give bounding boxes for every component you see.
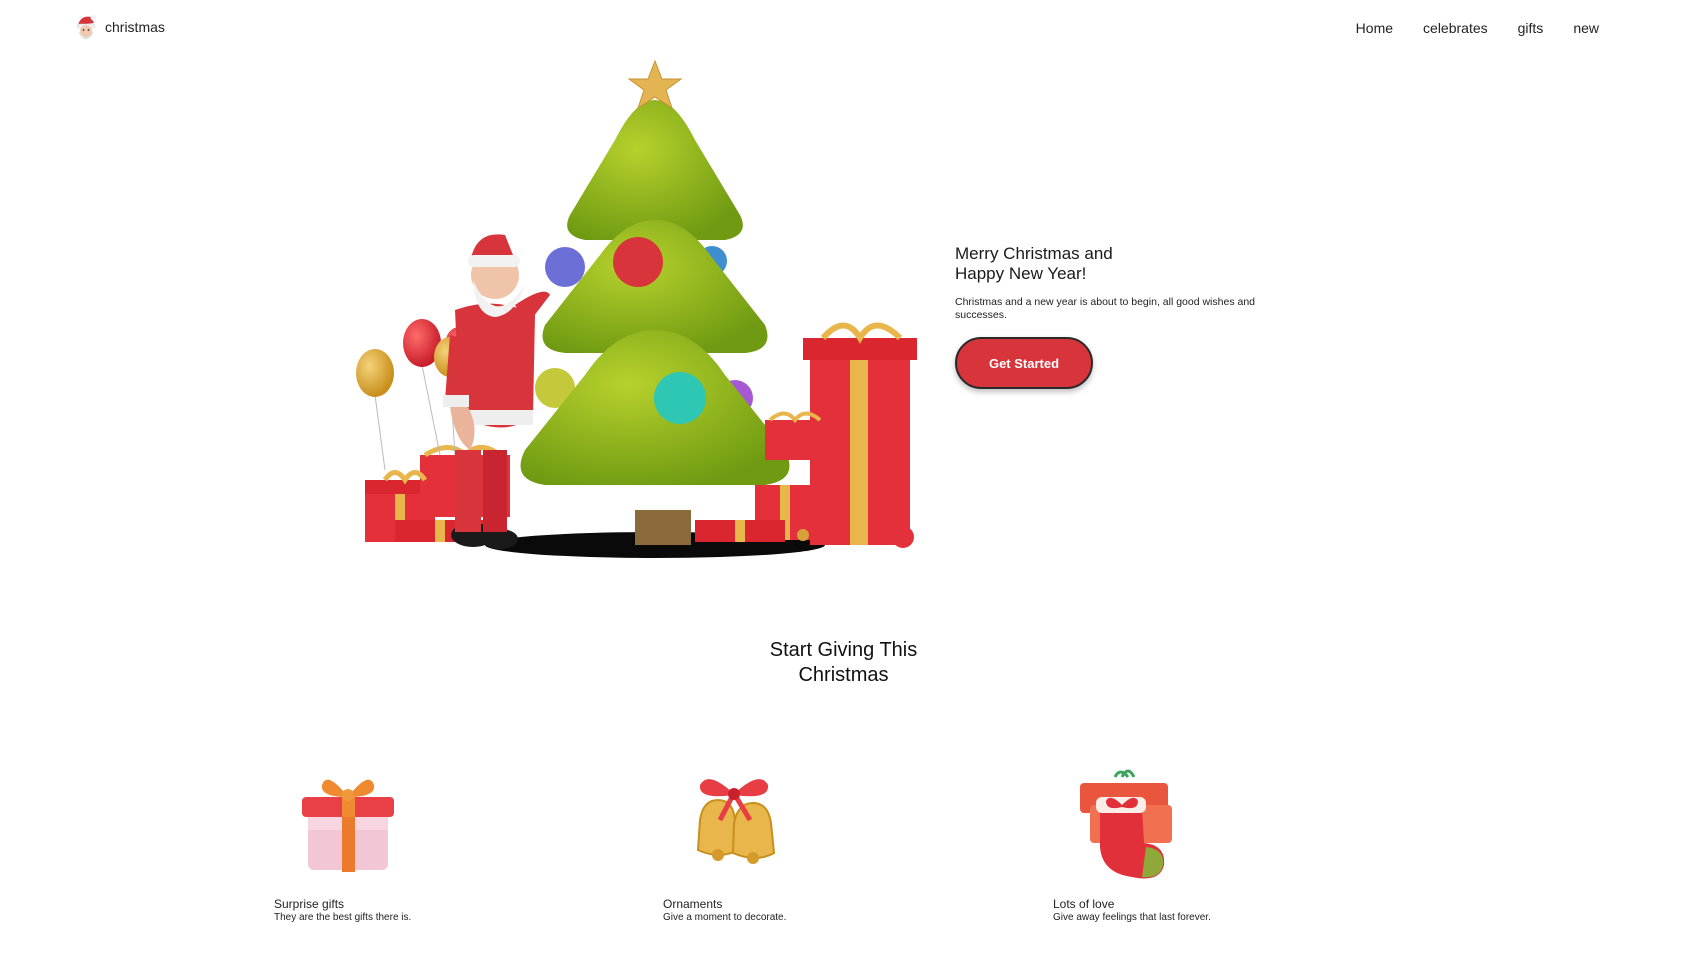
feature-description: Give a moment to decorate.	[663, 912, 787, 923]
feature-ornaments: Ornaments Give a moment to decorate.	[663, 765, 923, 923]
nav-item-new[interactable]: new	[1573, 20, 1599, 36]
santa-christmas-tree-illustration	[356, 59, 917, 558]
feature-title: Ornaments	[663, 897, 723, 911]
hero-title-line2: Happy New Year!	[955, 264, 1087, 283]
feature-surprise-gifts: Surprise gifts They are the best gifts t…	[274, 765, 534, 923]
hero-title-line1: Merry Christmas and	[955, 244, 1113, 263]
feature-title: Surprise gifts	[274, 897, 345, 911]
hero-title: Merry Christmas and Happy New Year!	[955, 244, 1275, 284]
nav-item-celebrates[interactable]: celebrates	[1423, 20, 1488, 36]
get-started-button[interactable]: Get Started	[955, 337, 1093, 389]
hero-subtitle: Christmas and a new year is about to beg…	[955, 296, 1256, 321]
feature-lots-of-love: Lots of love Give away feelings that las…	[1053, 765, 1313, 923]
brand[interactable]: christmas	[75, 14, 165, 40]
section-title-line2: Christmas	[798, 664, 889, 686]
hero-text: Merry Christmas and Happy New Year! Chri…	[955, 244, 1275, 322]
gift-box-icon	[302, 779, 394, 872]
stocking-icon	[1080, 769, 1172, 879]
nav-item-gifts[interactable]: gifts	[1518, 20, 1544, 36]
site-header: christmas Home celebrates gifts new	[0, 0, 1687, 60]
bells-icon	[696, 779, 776, 864]
section-title: Start Giving This Christmas	[0, 638, 1687, 688]
santa-head-icon	[76, 15, 96, 40]
nav-item-home[interactable]: Home	[1356, 20, 1393, 36]
section-title-line1: Start Giving This	[769, 639, 918, 661]
feature-description: They are the best gifts there is.	[274, 912, 412, 923]
main-nav: Home celebrates gifts new	[1356, 20, 1599, 36]
feature-title: Lots of love	[1053, 897, 1115, 911]
brand-name: christmas	[105, 19, 165, 35]
feature-description: Give away feelings that last forever.	[1053, 912, 1211, 923]
